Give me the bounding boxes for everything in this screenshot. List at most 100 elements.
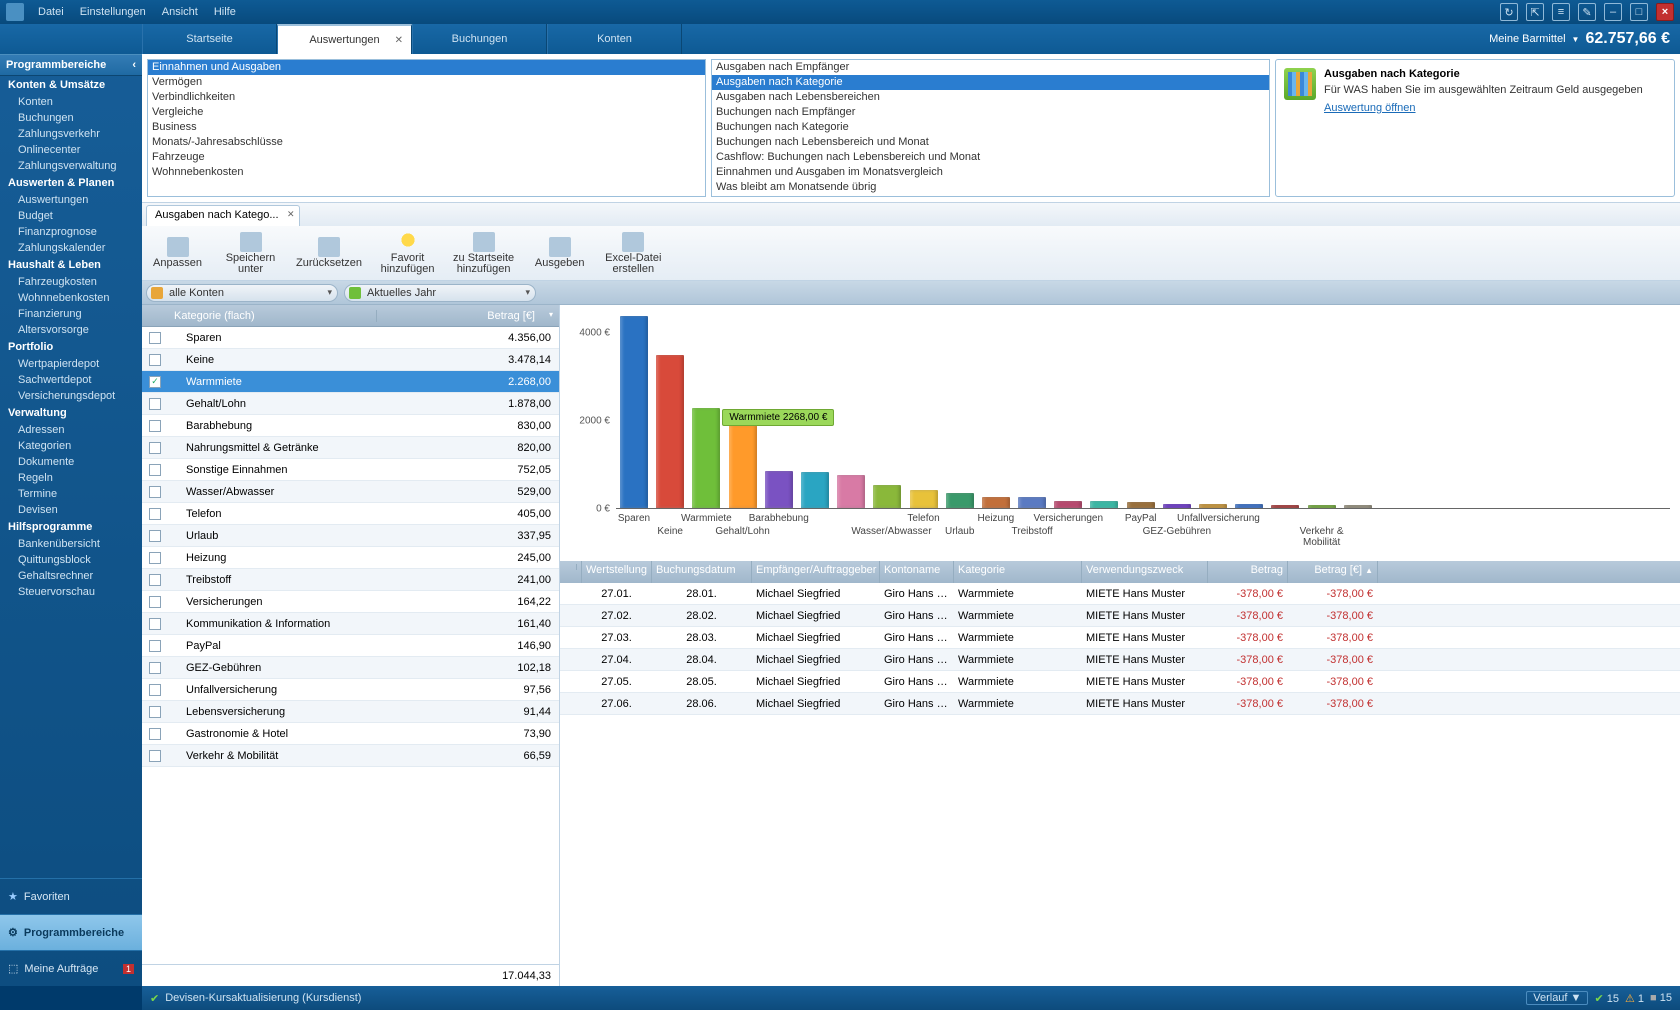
period-filter[interactable]: Aktuelles Jahr: [344, 284, 536, 302]
list-item[interactable]: Ausgaben nach Empfänger: [712, 60, 1269, 75]
sidebar-item[interactable]: Devisen: [0, 502, 142, 518]
toolbar-button[interactable]: Anpassen: [150, 230, 205, 276]
row-checkbox[interactable]: ✓: [142, 376, 168, 388]
list-item[interactable]: Vermögen: [148, 75, 705, 90]
chart-bar[interactable]: [1199, 504, 1227, 508]
row-checkbox[interactable]: [142, 728, 168, 740]
sidebar-group[interactable]: Hilfsprogramme: [0, 518, 142, 536]
sidebar-item[interactable]: Auswertungen: [0, 192, 142, 208]
sidebar-group[interactable]: Haushalt & Leben: [0, 256, 142, 274]
close-icon[interactable]: ×: [1656, 3, 1674, 21]
row-checkbox[interactable]: [142, 618, 168, 630]
row-checkbox[interactable]: [142, 332, 168, 344]
tx-column[interactable]: Wertstellung: [582, 561, 652, 583]
chart-bar[interactable]: [1054, 501, 1082, 508]
list-item[interactable]: Wieviel Monat bleibt am Ende des Geldes: [712, 195, 1269, 197]
sidebar-item[interactable]: Gehaltsrechner: [0, 568, 142, 584]
chart-bar[interactable]: [982, 497, 1010, 508]
row-checkbox[interactable]: [142, 420, 168, 432]
sidebar-item[interactable]: Regeln: [0, 470, 142, 486]
chart-bar[interactable]: [873, 485, 901, 508]
sidebar-group[interactable]: Verwaltung: [0, 404, 142, 422]
sidebar-header[interactable]: Programmbereiche ‹: [0, 54, 142, 76]
row-checkbox[interactable]: [142, 354, 168, 366]
sidebar-item[interactable]: Budget: [0, 208, 142, 224]
row-checkbox[interactable]: [142, 684, 168, 696]
amount-column[interactable]: Betrag [€]: [377, 310, 559, 322]
chart-bar[interactable]: [1163, 504, 1191, 508]
row-checkbox[interactable]: [142, 398, 168, 410]
sidebar-item[interactable]: Dokumente: [0, 454, 142, 470]
tab-auswertungen[interactable]: Auswertungen✕: [277, 24, 412, 54]
tx-row[interactable]: 27.06.28.06.Michael SiegfriedGiro Hans u…: [560, 693, 1680, 715]
account-filter[interactable]: alle Konten: [146, 284, 338, 302]
chart-bar[interactable]: [1018, 497, 1046, 508]
row-checkbox[interactable]: [142, 750, 168, 762]
table-row[interactable]: Sonstige Einnahmen752,05: [142, 459, 559, 481]
chart-bar[interactable]: [910, 490, 938, 508]
tx-column[interactable]: Betrag [€] ▲: [1288, 561, 1378, 583]
popup-icon[interactable]: ⇱: [1526, 3, 1544, 21]
chart-bar[interactable]: [620, 316, 648, 508]
sidebar-item[interactable]: Quittungsblock: [0, 552, 142, 568]
row-checkbox[interactable]: [142, 486, 168, 498]
row-checkbox[interactable]: [142, 530, 168, 542]
sidebar-item[interactable]: Konten: [0, 94, 142, 110]
balance-display[interactable]: Meine Barmittel ▼ 62.757,66 €: [1479, 24, 1680, 54]
maximize-icon[interactable]: □: [1630, 3, 1648, 21]
menu-view[interactable]: Ansicht: [154, 6, 206, 18]
chart-bar[interactable]: [1344, 505, 1372, 508]
sidebar-group[interactable]: Konten & Umsätze: [0, 76, 142, 94]
menu-help[interactable]: Hilfe: [206, 6, 244, 18]
sidebar-item[interactable]: Finanzierung: [0, 306, 142, 322]
sidebar-item[interactable]: Onlinecenter: [0, 142, 142, 158]
report-tab[interactable]: Ausgaben nach Katego... ✕: [146, 205, 300, 226]
edit-icon[interactable]: ✎: [1578, 3, 1596, 21]
refresh-icon[interactable]: ↻: [1500, 3, 1518, 21]
row-checkbox[interactable]: [142, 464, 168, 476]
table-row[interactable]: Urlaub337,95: [142, 525, 559, 547]
list-item[interactable]: Einnahmen und Ausgaben im Monatsvergleic…: [712, 165, 1269, 180]
chart-bar[interactable]: [692, 408, 720, 508]
tx-column[interactable]: Buchungsdatum: [652, 561, 752, 583]
sidebar-item[interactable]: Altersvorsorge: [0, 322, 142, 338]
toolbar-button[interactable]: Ausgeben: [532, 230, 587, 276]
table-row[interactable]: PayPal146,90: [142, 635, 559, 657]
list-item[interactable]: Ausgaben nach Kategorie: [712, 75, 1269, 90]
table-row[interactable]: GEZ-Gebühren102,18: [142, 657, 559, 679]
sidebar-item[interactable]: Sachwertdepot: [0, 372, 142, 388]
chart-bar[interactable]: [656, 355, 684, 508]
tx-column[interactable]: Kategorie: [954, 561, 1082, 583]
toolbar-button[interactable]: zu Startseitehinzufügen: [453, 230, 514, 276]
table-row[interactable]: Barabhebung830,00: [142, 415, 559, 437]
list-item[interactable]: Business: [148, 120, 705, 135]
sidebar-item[interactable]: Versicherungsdepot: [0, 388, 142, 404]
list-item[interactable]: Verbindlichkeiten: [148, 90, 705, 105]
table-row[interactable]: Telefon405,00: [142, 503, 559, 525]
table-row[interactable]: Keine3.478,14: [142, 349, 559, 371]
sidebar-group[interactable]: Auswerten & Planen: [0, 174, 142, 192]
table-row[interactable]: Gastronomie & Hotel73,90: [142, 723, 559, 745]
row-checkbox[interactable]: [142, 706, 168, 718]
row-checkbox[interactable]: [142, 552, 168, 564]
list-item[interactable]: Buchungen nach Kategorie: [712, 120, 1269, 135]
tx-row[interactable]: 27.01.28.01.Michael SiegfriedGiro Hans u…: [560, 583, 1680, 605]
table-row[interactable]: Verkehr & Mobilität66,59: [142, 745, 559, 767]
table-row[interactable]: Gehalt/Lohn1.878,00: [142, 393, 559, 415]
table-row[interactable]: Wasser/Abwasser529,00: [142, 481, 559, 503]
row-checkbox[interactable]: [142, 596, 168, 608]
list-item[interactable]: Cashflow: Buchungen nach Lebensbereich u…: [712, 150, 1269, 165]
row-checkbox[interactable]: [142, 574, 168, 586]
chart-bar[interactable]: [729, 425, 757, 508]
chart-bar[interactable]: [1235, 504, 1263, 508]
list-item[interactable]: Ausgaben nach Lebensbereichen: [712, 90, 1269, 105]
list-item[interactable]: Vergleiche: [148, 105, 705, 120]
tx-column[interactable]: Kontoname: [880, 561, 954, 583]
minimize-icon[interactable]: –: [1604, 3, 1622, 21]
toolbar-button[interactable]: Zurücksetzen: [296, 230, 362, 276]
tab-close-icon[interactable]: ✕: [395, 35, 403, 46]
list-item[interactable]: Fahrzeuge: [148, 150, 705, 165]
sidebar-item[interactable]: Zahlungsverkehr: [0, 126, 142, 142]
sidebar-item[interactable]: Adressen: [0, 422, 142, 438]
category-column[interactable]: Kategorie (flach): [168, 310, 377, 322]
